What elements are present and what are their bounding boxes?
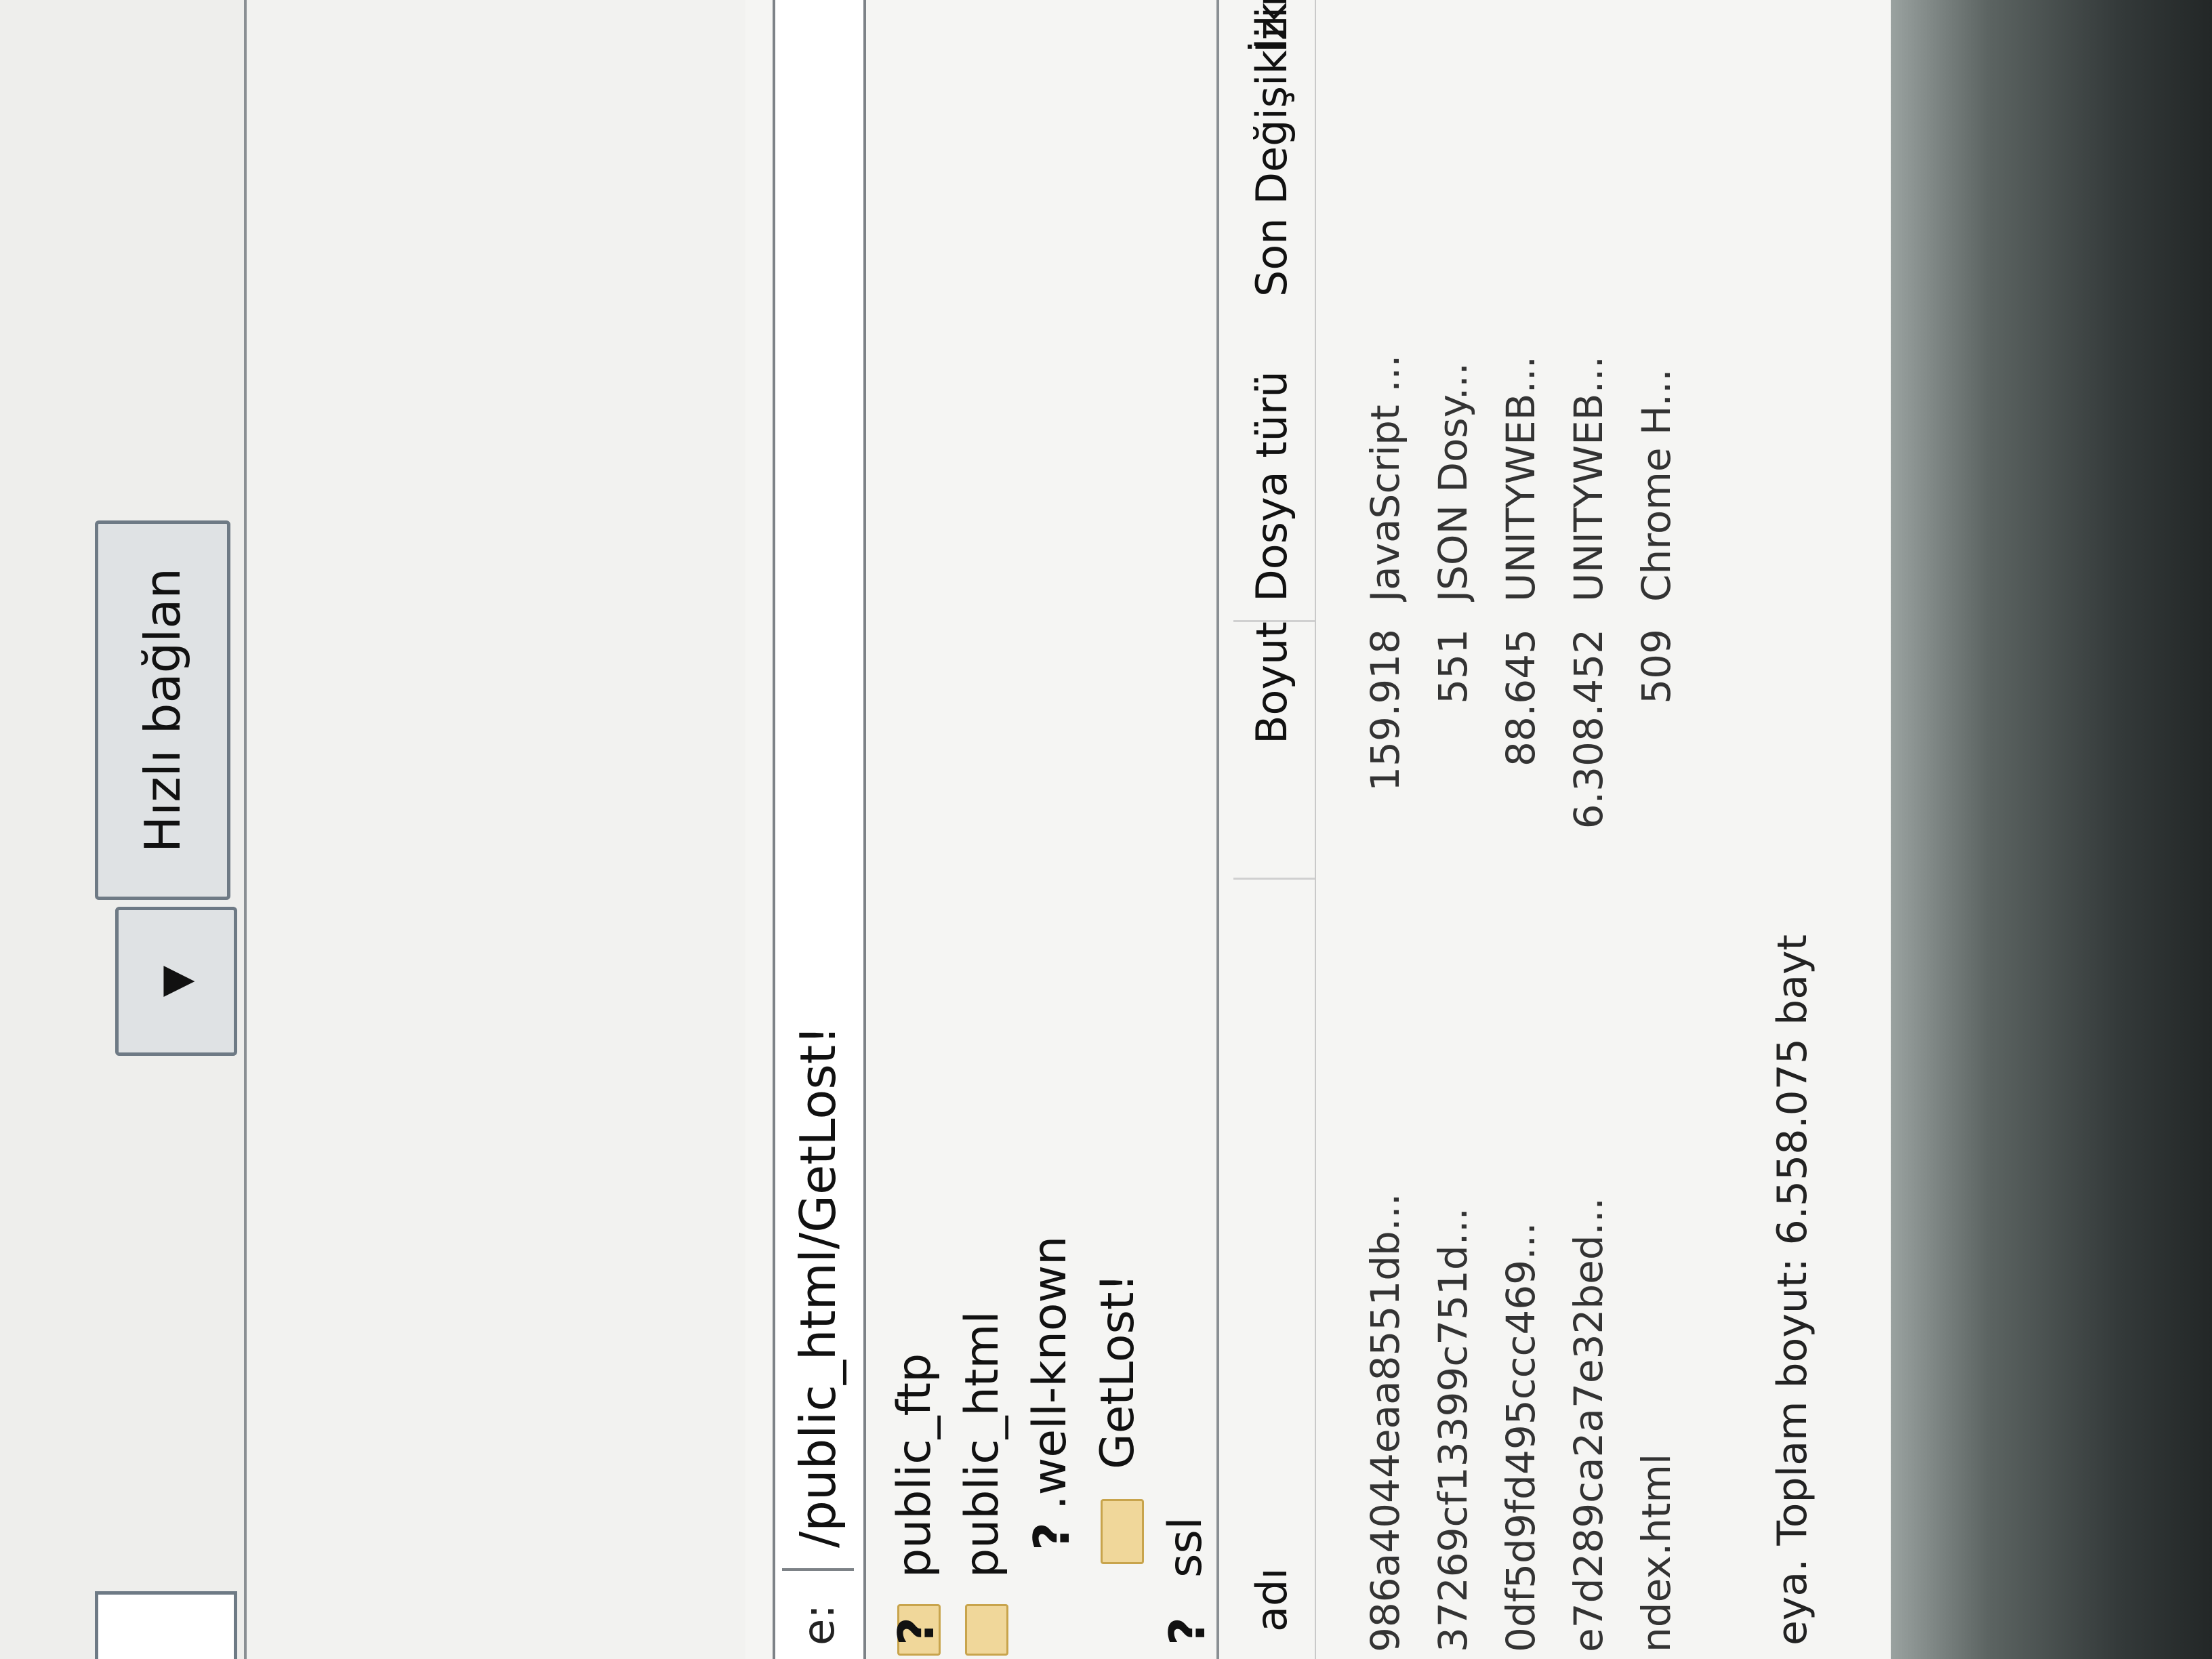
tree-item-label: ssl — [1159, 1517, 1212, 1578]
column-divider[interactable] — [1233, 620, 1315, 622]
quick-connect-button[interactable]: Hızlı bağlan — [95, 520, 230, 900]
column-header-type[interactable]: Dosya türü — [1247, 371, 1296, 602]
file-row[interactable]: 37269cf13399c751d... 551 JSON Dosy... — [1423, 0, 1488, 1659]
tree-item-ssl[interactable]: ? ssl — [1159, 1185, 1220, 1659]
file-size: 159.918 — [1362, 629, 1408, 792]
chevron-down-icon: ▼ — [152, 965, 200, 998]
file-type: UNITYWEB... — [1498, 356, 1544, 602]
tree-item-public-ftp[interactable]: ? public_ftp — [888, 1185, 949, 1659]
pane-splitter[interactable] — [1216, 0, 1219, 1659]
tree-item-label: GetLost! — [1091, 1273, 1145, 1469]
file-size: 6.308.452 — [1565, 629, 1612, 830]
remote-site-panel: e: /public_html/GetLost! ? public_ftp pu… — [745, 0, 1898, 1659]
file-type: UNITYWEB... — [1565, 356, 1612, 602]
quick-connect-label: Hızlı bağlan — [134, 567, 191, 853]
column-divider[interactable] — [1233, 878, 1315, 880]
file-name: ndex.html — [1633, 1453, 1679, 1652]
tree-item-well-known[interactable]: ? .well-known — [1023, 1117, 1084, 1591]
unknown-folder-icon: ? — [1159, 1617, 1216, 1645]
remote-directory-tree: ? public_ftp public_html ? .well-known G… — [874, 0, 1227, 1659]
file-name: 37269cf13399c751d... — [1430, 1207, 1476, 1652]
file-type: Chrome H... — [1633, 369, 1679, 602]
folder-icon — [1101, 1499, 1144, 1564]
file-size: 551 — [1430, 629, 1476, 704]
port-field[interactable] — [95, 1591, 237, 1659]
file-name: e7d289ca2a7e32bed... — [1565, 1197, 1612, 1652]
file-size: 88.645 — [1498, 629, 1544, 766]
file-row[interactable]: e7d289ca2a7e32bed... 6.308.452 UNITYWEB.… — [1559, 0, 1624, 1659]
screen: ▼ Hızlı bağlan e: /public_html/GetLost! … — [0, 0, 2212, 1659]
monitor-bezel — [1891, 0, 2212, 1659]
tree-item-getlost[interactable]: GetLost! — [1091, 1117, 1152, 1591]
toolbar: ▼ Hızlı bağlan — [0, 0, 247, 1659]
file-row[interactable]: 0df5d9fd495ccc469... 88.645 UNITYWEB... — [1491, 0, 1556, 1659]
file-row[interactable]: ndex.html 509 Chrome H... — [1626, 0, 1692, 1659]
file-list-header: adı Boyut Dosya türü Son Değişiklik İzin… — [1233, 0, 1316, 1659]
folder-icon — [965, 1604, 1008, 1656]
file-size: 509 — [1633, 629, 1679, 704]
tree-item-public-html[interactable]: public_html — [956, 1185, 1017, 1659]
column-header-permissions[interactable]: İzinler — [1247, 0, 1296, 53]
quick-connect-dropdown[interactable]: ▼ — [115, 907, 237, 1056]
tree-item-label: .well-known — [1023, 1235, 1077, 1510]
unknown-marker: ? — [888, 1617, 945, 1645]
column-header-size[interactable]: Boyut — [1247, 621, 1296, 744]
file-name: 986a4044eaa8551db... — [1362, 1193, 1408, 1652]
status-bar: eya. Toplam boyut: 6.558.075 bayt — [1769, 934, 1816, 1645]
remote-path-input[interactable]: /public_html/GetLost! — [782, 0, 854, 1571]
file-row[interactable]: 986a4044eaa8551db... 159.918 JavaScript … — [1355, 0, 1420, 1659]
remote-path-bar: e: /public_html/GetLost! — [773, 0, 866, 1659]
tree-item-label: public_html — [956, 1311, 1009, 1578]
column-header-name[interactable]: adı — [1247, 1568, 1296, 1632]
file-type: JSON Dosy... — [1430, 362, 1476, 602]
file-name: 0df5d9fd495ccc469... — [1498, 1222, 1544, 1652]
file-type: JavaScript ... — [1362, 354, 1408, 602]
remote-site-label: e: — [794, 1604, 844, 1645]
tree-item-label: public_ftp — [888, 1353, 941, 1578]
unknown-folder-icon: ? — [1023, 1522, 1080, 1551]
